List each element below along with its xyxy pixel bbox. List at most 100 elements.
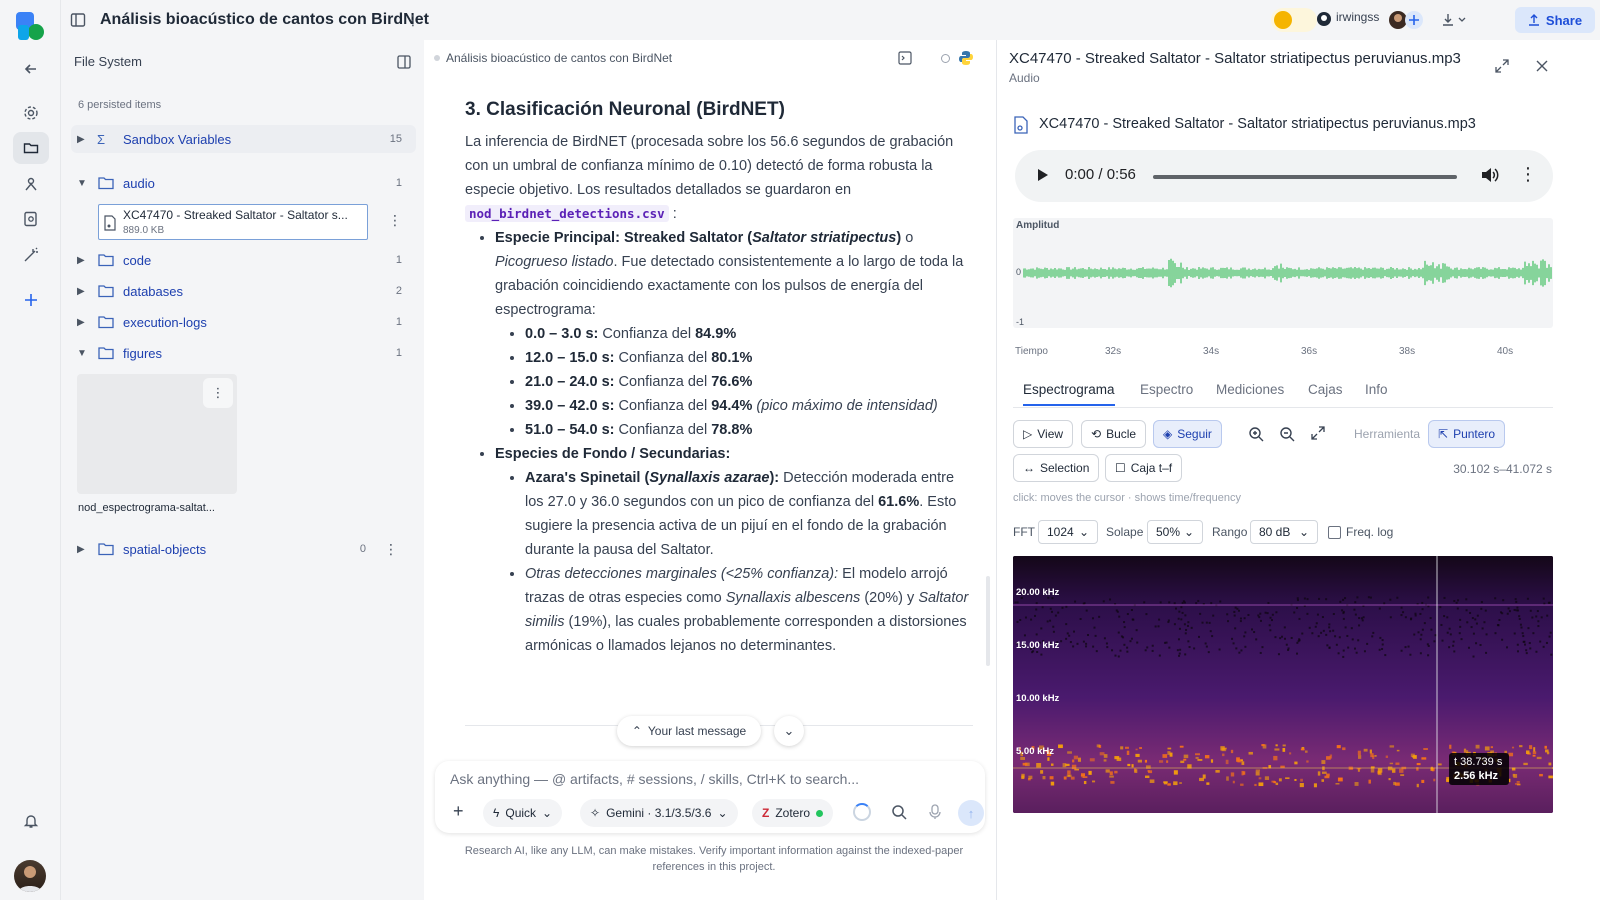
freq-log-checkbox[interactable]	[1328, 526, 1341, 539]
folder-icon[interactable]	[13, 132, 49, 164]
energy-mark	[1166, 760, 1169, 763]
noise-speck	[1065, 605, 1068, 608]
view-button[interactable]: ▷ View	[1013, 420, 1074, 448]
tab-cajas[interactable]: Cajas	[1308, 382, 1343, 397]
microphone-icon[interactable]	[928, 804, 942, 820]
pointer-tool-button[interactable]: ⇱ Puntero	[1428, 420, 1506, 448]
noise-speck	[1197, 599, 1200, 602]
tree-item-databases[interactable]: ▶ databases 2	[71, 277, 416, 305]
energy-mark	[1282, 744, 1286, 747]
tree-item-code[interactable]: ▶ code 1	[71, 246, 416, 274]
energy-mark	[1370, 753, 1374, 758]
noise-speck	[1146, 646, 1149, 649]
noise-speck	[1293, 611, 1296, 614]
noise-speck	[1381, 648, 1384, 651]
thumbnail-menu-icon[interactable]: ⋮	[203, 378, 233, 408]
add-icon[interactable]	[20, 289, 42, 311]
box-tool-button[interactable]: ☐ Caja t–f	[1105, 454, 1183, 482]
search-document-icon[interactable]	[20, 208, 42, 230]
noise-speck	[1218, 648, 1221, 651]
user-avatar[interactable]	[14, 860, 46, 892]
noise-speck	[1452, 644, 1455, 647]
mode-selector[interactable]: ϟ Quick ⌄	[483, 799, 563, 827]
add-attachment-icon[interactable]: +	[453, 801, 464, 822]
noise-speck	[1372, 631, 1375, 634]
folder-icon	[97, 284, 115, 298]
noise-speck	[1400, 649, 1403, 652]
file-menu-icon[interactable]: ⋮	[388, 212, 402, 229]
noise-speck	[1079, 617, 1082, 620]
waveform-panel[interactable]: Amplitud 0 -1	[1013, 218, 1553, 328]
collapse-panel-icon[interactable]	[397, 55, 411, 69]
magic-wand-icon[interactable]	[20, 244, 42, 266]
noise-speck	[1414, 614, 1417, 617]
energy-mark	[1241, 761, 1245, 765]
db-range-select[interactable]: 80 dB ⌄	[1250, 520, 1318, 544]
tab-info[interactable]: Info	[1365, 382, 1388, 397]
share-button[interactable]: Share	[1515, 7, 1595, 33]
settings-gear-icon[interactable]	[20, 102, 42, 124]
loop-button[interactable]: ⟲ Bucle	[1081, 420, 1147, 448]
last-message-button[interactable]: ⌃ Your last message	[617, 716, 761, 746]
collaborators-avatar[interactable]	[1389, 9, 1425, 31]
send-button[interactable]: ↑	[958, 800, 984, 826]
tab-espectro[interactable]: Espectro	[1140, 382, 1193, 397]
noise-speck	[1184, 632, 1187, 635]
fit-expand-icon[interactable]	[1311, 426, 1325, 440]
sidebar-toggle-icon[interactable]	[70, 12, 86, 28]
scrollbar[interactable]	[986, 576, 990, 666]
noise-speck	[1535, 615, 1538, 618]
figure-thumbnail[interactable]: ⋮	[77, 374, 237, 494]
zotero-toggle[interactable]: Z Zotero	[752, 799, 834, 827]
app-logo[interactable]	[16, 12, 46, 42]
follow-button[interactable]: ◈ Seguir	[1153, 420, 1222, 448]
noise-speck	[1507, 607, 1510, 610]
player-menu-icon[interactable]: ⋮	[1519, 164, 1537, 185]
model-selector[interactable]: ✧ Gemini · 3.1/3.5/3.6 ⌄	[580, 799, 738, 827]
fft-select[interactable]: 1024 ⌄	[1038, 520, 1098, 544]
energy-mark	[1144, 759, 1148, 763]
theme-toggle[interactable]	[1271, 8, 1317, 32]
tree-item-sandbox-variables[interactable]: ▶ Σ Sandbox Variables 15	[71, 125, 416, 153]
back-icon[interactable]	[20, 58, 42, 80]
message-input[interactable]: Ask anything — @ artifacts, # sessions, …	[450, 771, 859, 787]
csv-filename[interactable]: nod_birdnet_detections.csv	[465, 205, 669, 222]
noise-speck	[1019, 619, 1022, 622]
download-icon[interactable]	[1441, 12, 1467, 28]
noise-speck	[1234, 627, 1237, 630]
bell-icon[interactable]	[20, 810, 42, 832]
username[interactable]: irwingss	[1336, 10, 1379, 24]
close-icon[interactable]	[1535, 59, 1549, 73]
play-icon[interactable]	[1037, 168, 1049, 182]
tree-item-spatial-objects[interactable]: ▶ spatial-objects 0 ⋮	[71, 535, 416, 563]
search-icon[interactable]	[891, 804, 907, 820]
tab-mediciones[interactable]: Mediciones	[1216, 382, 1284, 397]
title-menu-icon[interactable]: ⋮	[406, 12, 420, 29]
selection-tool-button[interactable]: ↔ Selection	[1013, 454, 1100, 482]
agent-icon[interactable]	[20, 173, 42, 195]
energy-mark	[1357, 755, 1362, 759]
zoom-out-icon[interactable]	[1279, 426, 1295, 442]
radio-icon[interactable]	[941, 54, 950, 63]
volume-icon[interactable]	[1481, 167, 1499, 183]
github-icon[interactable]	[1316, 11, 1332, 27]
layout-icon[interactable]	[898, 51, 912, 65]
audio-file-item[interactable]: XC47470 - Streaked Saltator - Saltator s…	[98, 204, 368, 240]
tab-espectrograma[interactable]: Espectrograma	[1023, 382, 1115, 406]
detection-item: 12.0 – 15.0 s: Confianza del 80.1%	[525, 346, 975, 370]
tree-item-figures[interactable]: ▼ figures 1	[71, 339, 416, 367]
seek-bar[interactable]	[1153, 175, 1457, 179]
zoom-in-icon[interactable]	[1248, 426, 1264, 442]
energy-mark	[1533, 747, 1536, 752]
spectrogram[interactable]: 20.00 kHz 15.00 kHz 10.00 kHz 5.00 kHz t…	[1013, 556, 1553, 813]
energy-mark	[1274, 748, 1280, 751]
tree-item-execution-logs[interactable]: ▶ execution-logs 1	[71, 308, 416, 336]
energy-mark	[1342, 747, 1346, 751]
tree-item-audio[interactable]: ▼ audio 1	[71, 169, 416, 197]
scroll-down-button[interactable]: ⌄	[774, 716, 804, 746]
overlap-select[interactable]: 50% ⌄	[1147, 520, 1203, 544]
folder-menu-icon[interactable]: ⋮	[384, 541, 398, 558]
noise-speck	[1233, 614, 1236, 617]
energy-mark	[1099, 752, 1105, 756]
expand-icon[interactable]	[1495, 59, 1509, 73]
